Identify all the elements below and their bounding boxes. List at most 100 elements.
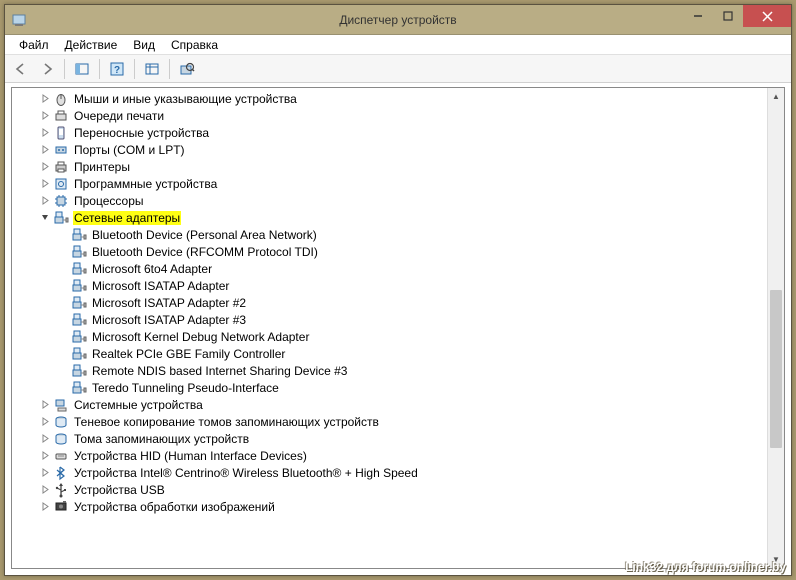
tree-item[interactable]: Процессоры xyxy=(12,192,767,209)
expand-icon[interactable] xyxy=(38,109,52,123)
tree-item-label: Bluetooth Device (RFCOMM Protocol TDI) xyxy=(91,245,319,259)
net-icon xyxy=(71,346,87,362)
device-tree-container: Мыши и иные указывающие устройстваОчеред… xyxy=(11,87,785,569)
show-hide-tree-button[interactable] xyxy=(70,58,94,80)
menu-help[interactable]: Справка xyxy=(163,36,226,54)
tree-item-label: Устройства Intel® Centrino® Wireless Blu… xyxy=(73,466,419,480)
tree-item[interactable]: Microsoft Kernel Debug Network Adapter xyxy=(12,328,767,345)
tree-item[interactable]: Remote NDIS based Internet Sharing Devic… xyxy=(12,362,767,379)
tree-item[interactable]: Порты (COM и LPT) xyxy=(12,141,767,158)
expand-icon[interactable] xyxy=(38,126,52,140)
expander-spacer xyxy=(56,262,70,276)
tree-item-label: Microsoft ISATAP Adapter xyxy=(91,279,230,293)
cpu-icon xyxy=(53,193,69,209)
expand-icon[interactable] xyxy=(38,500,52,514)
tree-item-label: Remote NDIS based Internet Sharing Devic… xyxy=(91,364,348,378)
maximize-button[interactable] xyxy=(713,5,743,27)
usb-icon xyxy=(53,482,69,498)
tree-item[interactable]: Teredo Tunneling Pseudo-Interface xyxy=(12,379,767,396)
net-icon xyxy=(71,329,87,345)
expand-icon[interactable] xyxy=(38,449,52,463)
tree-item[interactable]: Устройства Intel® Centrino® Wireless Blu… xyxy=(12,464,767,481)
tree-item-label: Microsoft Kernel Debug Network Adapter xyxy=(91,330,310,344)
expand-icon[interactable] xyxy=(38,177,52,191)
separator xyxy=(169,59,170,79)
scroll-thumb[interactable] xyxy=(770,290,782,448)
expander-spacer xyxy=(56,279,70,293)
expand-icon[interactable] xyxy=(38,143,52,157)
image-icon xyxy=(53,499,69,515)
expander-spacer xyxy=(56,330,70,344)
system-icon xyxy=(53,397,69,413)
minimize-button[interactable] xyxy=(683,5,713,27)
close-button[interactable] xyxy=(743,5,791,27)
tree-item[interactable]: Теневое копирование томов запоминающих у… xyxy=(12,413,767,430)
tree-item[interactable]: Microsoft ISATAP Adapter xyxy=(12,277,767,294)
expander-spacer xyxy=(56,228,70,242)
tree-item[interactable]: Устройства обработки изображений xyxy=(12,498,767,515)
scroll-up-button[interactable]: ▲ xyxy=(768,88,784,105)
menu-file[interactable]: Файл xyxy=(11,36,57,54)
hid-icon xyxy=(53,448,69,464)
tree-item[interactable]: Мыши и иные указывающие устройства xyxy=(12,90,767,107)
scan-hardware-button[interactable] xyxy=(175,58,199,80)
tree-item[interactable]: Системные устройства xyxy=(12,396,767,413)
expand-icon[interactable] xyxy=(38,483,52,497)
net-icon xyxy=(71,227,87,243)
expander-spacer xyxy=(56,347,70,361)
tree-item[interactable]: Переносные устройства xyxy=(12,124,767,141)
separator xyxy=(99,59,100,79)
tree-item[interactable]: Тома запоминающих устройств xyxy=(12,430,767,447)
properties-button[interactable] xyxy=(140,58,164,80)
shadow-icon xyxy=(53,431,69,447)
tree-item-label: Microsoft 6to4 Adapter xyxy=(91,262,213,276)
net-icon xyxy=(71,278,87,294)
expander-spacer xyxy=(56,364,70,378)
mouse-icon xyxy=(53,91,69,107)
help-button[interactable]: ? xyxy=(105,58,129,80)
device-manager-window: Диспетчер устройств Файл Действие Вид Сп… xyxy=(4,4,792,576)
expand-icon[interactable] xyxy=(38,92,52,106)
tree-item[interactable]: Realtek PCIe GBE Family Controller xyxy=(12,345,767,362)
expand-icon[interactable] xyxy=(38,194,52,208)
net-icon xyxy=(53,210,69,226)
tree-item[interactable]: Bluetooth Device (RFCOMM Protocol TDI) xyxy=(12,243,767,260)
vertical-scrollbar[interactable]: ▲ ▼ xyxy=(767,88,784,568)
scroll-down-button[interactable]: ▼ xyxy=(768,551,784,568)
tree-item-label: Устройства обработки изображений xyxy=(73,500,276,514)
tree-item-label: Принтеры xyxy=(73,160,131,174)
tree-item[interactable]: Microsoft ISATAP Adapter #2 xyxy=(12,294,767,311)
tree-item[interactable]: Принтеры xyxy=(12,158,767,175)
expand-icon[interactable] xyxy=(38,466,52,480)
collapse-icon[interactable] xyxy=(38,211,52,225)
expand-icon[interactable] xyxy=(38,398,52,412)
device-tree[interactable]: Мыши и иные указывающие устройстваОчеред… xyxy=(12,88,767,568)
forward-button[interactable] xyxy=(35,58,59,80)
tree-item[interactable]: Сетевые адаптеры xyxy=(12,209,767,226)
menu-view[interactable]: Вид xyxy=(125,36,163,54)
tree-item[interactable]: Устройства HID (Human Interface Devices) xyxy=(12,447,767,464)
shadow-icon xyxy=(53,414,69,430)
tree-item-label: Программные устройства xyxy=(73,177,218,191)
port-icon xyxy=(53,142,69,158)
printer-icon xyxy=(53,159,69,175)
menu-action[interactable]: Действие xyxy=(57,36,126,54)
tree-item[interactable]: Microsoft 6to4 Adapter xyxy=(12,260,767,277)
tree-item[interactable]: Bluetooth Device (Personal Area Network) xyxy=(12,226,767,243)
window-title: Диспетчер устройств xyxy=(5,13,791,27)
expand-icon[interactable] xyxy=(38,415,52,429)
tree-item-label: Сетевые адаптеры xyxy=(73,211,181,225)
tree-item-label: Порты (COM и LPT) xyxy=(73,143,186,157)
tree-item[interactable]: Microsoft ISATAP Adapter #3 xyxy=(12,311,767,328)
tree-item[interactable]: Программные устройства xyxy=(12,175,767,192)
expand-icon[interactable] xyxy=(38,160,52,174)
expander-spacer xyxy=(56,245,70,259)
expand-icon[interactable] xyxy=(38,432,52,446)
software-icon xyxy=(53,176,69,192)
tree-item[interactable]: Очереди печати xyxy=(12,107,767,124)
back-button[interactable] xyxy=(9,58,33,80)
svg-text:?: ? xyxy=(114,65,120,76)
titlebar[interactable]: Диспетчер устройств xyxy=(5,5,791,35)
tree-item[interactable]: Устройства USB xyxy=(12,481,767,498)
bt-icon xyxy=(53,465,69,481)
